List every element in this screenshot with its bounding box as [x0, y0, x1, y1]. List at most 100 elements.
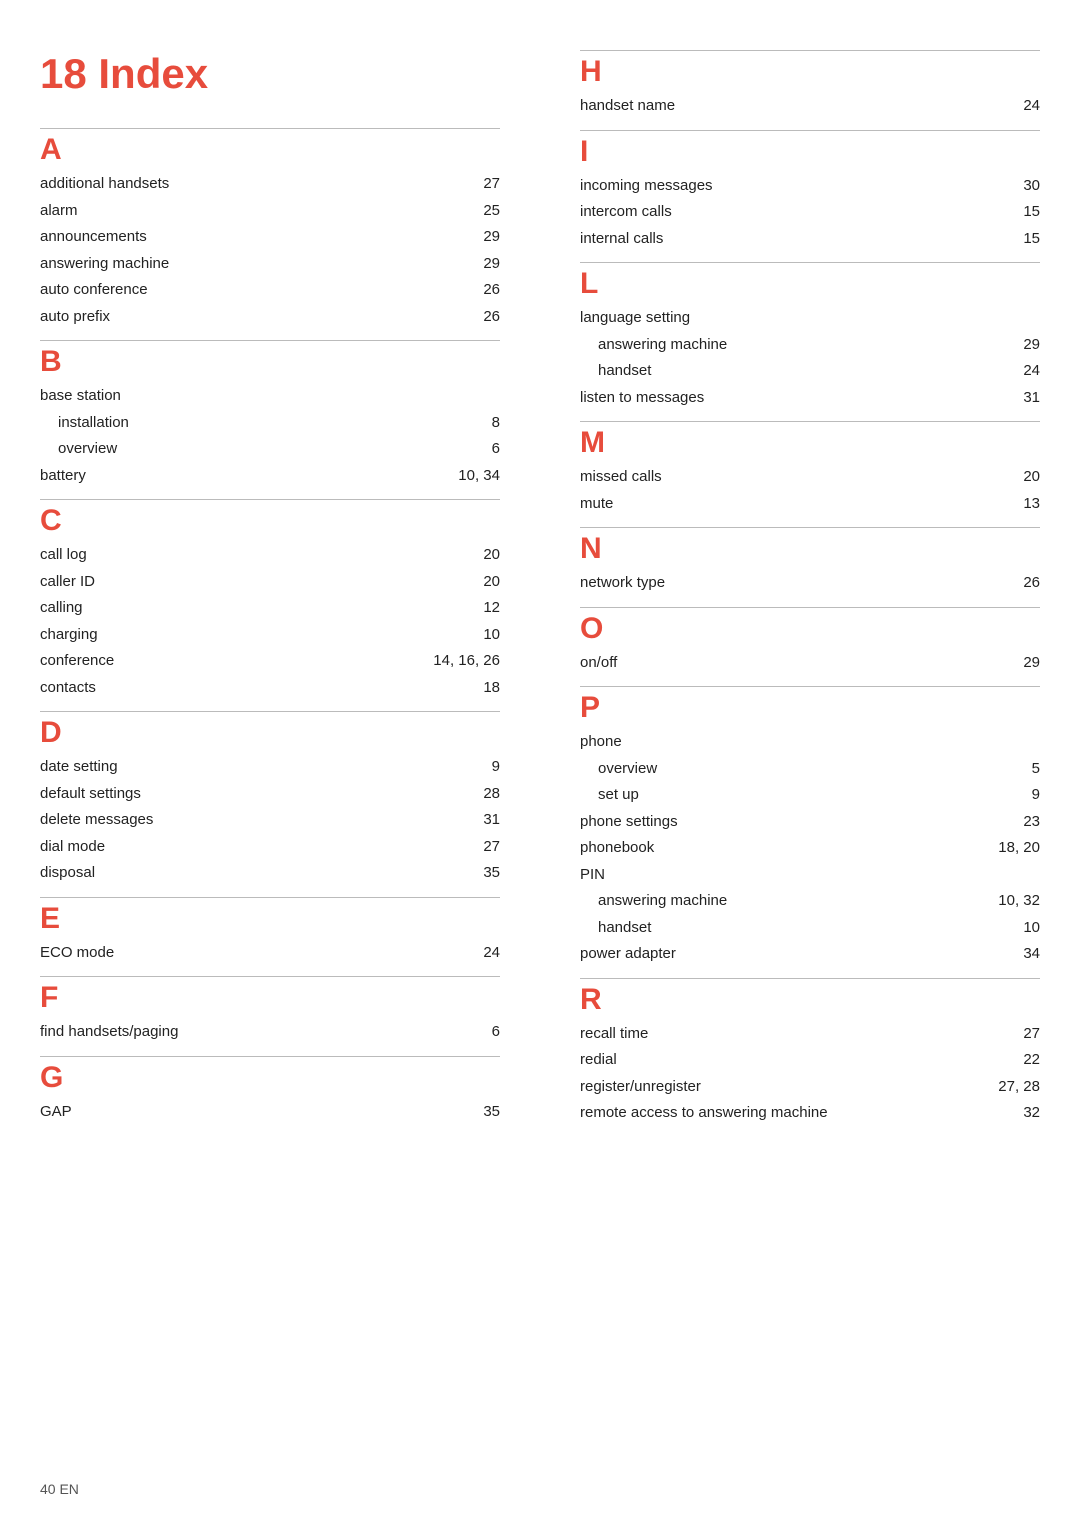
index-label: overview	[580, 756, 924, 783]
index-row: missed calls20	[580, 464, 1040, 491]
index-page: 26	[426, 277, 500, 304]
index-row: answering machine29	[580, 332, 1040, 359]
section-letter: B	[40, 345, 500, 379]
index-row: overview5	[580, 756, 1040, 783]
index-table: handset name24	[580, 93, 1040, 120]
index-row: ECO mode24	[40, 940, 500, 967]
index-page: 29	[857, 650, 1040, 677]
index-section-l: Llanguage settinganswering machine29hand…	[580, 262, 1040, 411]
page-title: 18 Index	[40, 50, 500, 98]
index-label: handset name	[580, 93, 945, 120]
section-letter: M	[580, 426, 1040, 460]
index-row: handset10	[580, 915, 1040, 942]
index-label: contacts	[40, 675, 269, 702]
index-section-c: Ccall log20caller ID20calling12charging1…	[40, 499, 500, 701]
index-label: battery	[40, 463, 335, 490]
index-section-b: Bbase stationinstallation8overview6batte…	[40, 340, 500, 489]
index-page: 23	[924, 809, 1040, 836]
index-page: 29	[426, 251, 500, 278]
index-page: 26	[937, 570, 1041, 597]
index-page: 27, 28	[963, 1074, 1040, 1101]
index-label: caller ID	[40, 569, 269, 596]
section-letter: P	[580, 691, 1040, 725]
index-row: contacts18	[40, 675, 500, 702]
index-row: power adapter34	[580, 941, 1040, 968]
index-row: delete messages31	[40, 807, 500, 834]
index-row: dial mode27	[40, 834, 500, 861]
index-row: base station	[40, 383, 500, 410]
index-page	[974, 305, 1040, 332]
index-label: alarm	[40, 198, 426, 225]
index-row: call log20	[40, 542, 500, 569]
index-row: overview6	[40, 436, 500, 463]
index-row: listen to messages31	[580, 385, 1040, 412]
index-row: phonebook18, 20	[580, 835, 1040, 862]
index-label: charging	[40, 622, 269, 649]
index-table: on/off29	[580, 650, 1040, 677]
index-page: 15	[968, 226, 1040, 253]
index-page: 10, 32	[924, 888, 1040, 915]
index-label: overview	[40, 436, 335, 463]
index-label: listen to messages	[580, 385, 974, 412]
left-column: 18 Index Aadditional handsets27alarm25an…	[40, 40, 540, 1137]
section-letter: N	[580, 532, 1040, 566]
index-row: installation8	[40, 410, 500, 437]
index-page	[924, 729, 1040, 756]
index-row: on/off29	[580, 650, 1040, 677]
index-label: ECO mode	[40, 940, 385, 967]
right-column: Hhandset name24Iincoming messages30inter…	[540, 40, 1040, 1137]
index-table: GAP35	[40, 1099, 500, 1126]
index-label: recall time	[580, 1021, 963, 1048]
index-row: handset name24	[580, 93, 1040, 120]
index-section-i: Iincoming messages30intercom calls15inte…	[580, 130, 1040, 253]
index-page: 34	[924, 941, 1040, 968]
index-section-g: GGAP35	[40, 1056, 500, 1126]
index-row: auto conference26	[40, 277, 500, 304]
index-page: 6	[335, 436, 500, 463]
index-label: answering machine	[580, 332, 974, 359]
index-label: find handsets/paging	[40, 1019, 451, 1046]
index-label: register/unregister	[580, 1074, 963, 1101]
index-page: 26	[426, 304, 500, 331]
index-label: conference	[40, 648, 269, 675]
index-row: default settings28	[40, 781, 500, 808]
index-row: remote access to answering machine32	[580, 1100, 1040, 1127]
index-section-o: Oon/off29	[580, 607, 1040, 677]
section-letter: H	[580, 55, 1040, 89]
index-page: 20	[933, 464, 1040, 491]
section-letter: F	[40, 981, 500, 1015]
index-label: additional handsets	[40, 171, 426, 198]
index-label: calling	[40, 595, 269, 622]
index-table: ECO mode24	[40, 940, 500, 967]
index-page	[335, 383, 500, 410]
index-section-e: EECO mode24	[40, 897, 500, 967]
index-table: recall time27redial22register/unregister…	[580, 1021, 1040, 1127]
section-letter: I	[580, 135, 1040, 169]
index-page: 24	[974, 358, 1040, 385]
index-section-h: Hhandset name24	[580, 50, 1040, 120]
index-label: announcements	[40, 224, 426, 251]
index-label: PIN	[580, 862, 924, 889]
index-row: phone settings23	[580, 809, 1040, 836]
index-row: caller ID20	[40, 569, 500, 596]
index-row: date setting9	[40, 754, 500, 781]
index-label: answering machine	[580, 888, 924, 915]
index-row: charging10	[40, 622, 500, 649]
index-page: 31	[974, 385, 1040, 412]
index-label: date setting	[40, 754, 418, 781]
index-label: call log	[40, 542, 269, 569]
index-label: redial	[580, 1047, 963, 1074]
index-label: mute	[580, 491, 933, 518]
index-section-f: Ffind handsets/paging6	[40, 976, 500, 1046]
index-row: language setting	[580, 305, 1040, 332]
index-label: answering machine	[40, 251, 426, 278]
index-page: 18	[269, 675, 500, 702]
index-page: 6	[451, 1019, 500, 1046]
index-row: register/unregister27, 28	[580, 1074, 1040, 1101]
index-row: calling12	[40, 595, 500, 622]
index-page: 20	[269, 542, 500, 569]
index-page: 10, 34	[335, 463, 500, 490]
index-table: incoming messages30intercom calls15inter…	[580, 173, 1040, 253]
page-container: 18 Index Aadditional handsets27alarm25an…	[0, 0, 1080, 1177]
index-label: auto conference	[40, 277, 426, 304]
